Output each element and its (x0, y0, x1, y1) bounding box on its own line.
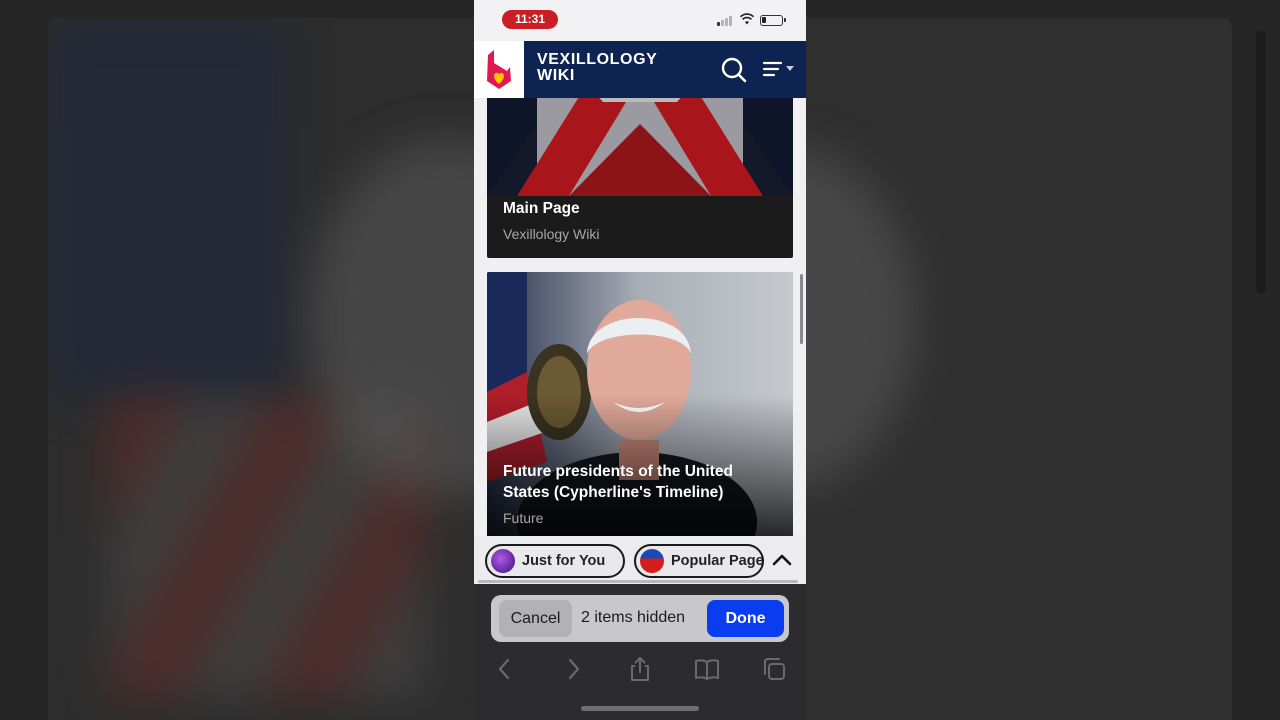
battery-icon (760, 15, 786, 26)
background-frame-right (806, 18, 1232, 720)
scroll-indicator[interactable] (800, 274, 803, 344)
back-icon[interactable] (492, 656, 518, 682)
flag-circle-icon (640, 549, 664, 573)
blurred-background-left (0, 0, 474, 720)
background-frame (48, 18, 474, 720)
cancel-button[interactable]: Cancel (499, 600, 572, 637)
background-portrait-blur-right (806, 148, 916, 488)
fandom-logo[interactable] (474, 41, 524, 98)
status-bar: 11:31 (474, 0, 806, 41)
purple-avatar-icon (491, 549, 515, 573)
share-icon[interactable] (627, 656, 653, 682)
hidden-items-status: 2 items hidden (581, 609, 686, 626)
cellular-signal-icon (717, 15, 733, 26)
card-subtitle: Vexillology Wiki (503, 226, 600, 242)
chip-label: Popular Pages (671, 553, 764, 569)
card-subtitle: Future (503, 510, 544, 526)
search-icon[interactable] (719, 55, 749, 85)
chevron-up-icon[interactable] (770, 548, 794, 572)
article-card-future-presidents[interactable]: Future presidents of the United States (… (487, 272, 793, 536)
background-flag-blur (48, 18, 288, 398)
done-button[interactable]: Done (707, 600, 784, 637)
card-title: Future presidents of the United States (… (503, 463, 733, 501)
background-scrollbar (1256, 30, 1266, 294)
page-content: Main Page Vexillology Wiki Future presid… (474, 98, 806, 536)
browser-toolbar: Cancel 2 items hidden Done (474, 584, 806, 720)
menu-icon[interactable] (761, 57, 797, 83)
bookmarks-icon[interactable] (694, 656, 720, 682)
status-time: 11:31 (502, 10, 558, 29)
chip-label: Just for You (522, 553, 606, 569)
tabs-icon[interactable] (761, 656, 787, 682)
wiki-title-line1: VEXILLOLOGY (537, 51, 658, 68)
home-indicator[interactable] (581, 706, 699, 711)
main-page-image (487, 98, 793, 196)
fandom-heart-icon (487, 50, 511, 89)
chip-popular-pages[interactable]: Popular Pages (634, 544, 764, 578)
forward-icon[interactable] (560, 656, 586, 682)
chip-just-for-you[interactable]: Just for You (485, 544, 625, 578)
wifi-icon (740, 13, 754, 25)
wiki-title-line2: WIKI (537, 67, 575, 84)
card-title: Main Page (503, 200, 580, 217)
hidden-items-bar: Cancel 2 items hidden Done (491, 595, 789, 642)
suggestions-divider (478, 580, 798, 583)
phone-screen: 11:31 VEXILLOLOGY WIKI Main Page Vexillo… (474, 0, 806, 720)
blurred-background-right (806, 0, 1280, 720)
wiki-title[interactable]: VEXILLOLOGY WIKI (537, 52, 677, 84)
suggestions-bar: Just for You Popular Pages (474, 536, 806, 584)
article-card-main-page[interactable]: Main Page Vexillology Wiki (487, 98, 793, 258)
wiki-header: VEXILLOLOGY WIKI (474, 41, 806, 98)
